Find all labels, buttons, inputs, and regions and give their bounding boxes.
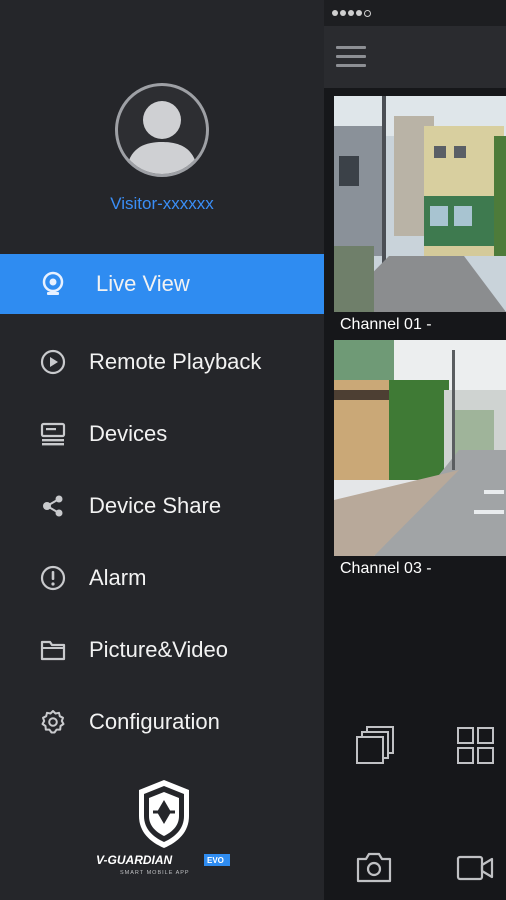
multi-window-button[interactable] bbox=[356, 726, 396, 771]
grid-icon bbox=[457, 727, 494, 764]
brand-logo: V-GUARDIAN EVO SMART MOBILE APP bbox=[94, 778, 234, 878]
menu-label-devices: Devices bbox=[89, 421, 168, 446]
grid-layout-button[interactable] bbox=[456, 726, 496, 771]
video-tile-channel-01[interactable] bbox=[334, 96, 506, 312]
video-feed-image bbox=[334, 340, 506, 556]
snapshot-button[interactable] bbox=[356, 850, 392, 889]
video-tile-channel-03[interactable] bbox=[334, 340, 506, 556]
menu-label-remote-playback: Remote Playback bbox=[89, 349, 262, 374]
channel-03-label: Channel 03 - bbox=[340, 560, 432, 577]
record-button[interactable] bbox=[456, 854, 494, 887]
share-icon bbox=[40, 493, 66, 519]
avatar[interactable] bbox=[115, 83, 209, 177]
folder-icon bbox=[40, 637, 66, 663]
menu-item-remote-playback[interactable]: Remote Playback bbox=[0, 326, 324, 398]
gear-icon bbox=[40, 709, 66, 735]
username[interactable]: Visitor-xxxxxx bbox=[0, 194, 324, 214]
menu-label-device-share: Device Share bbox=[89, 493, 222, 518]
menu-list: Live View Remote Playback Devices Device… bbox=[0, 254, 324, 758]
svg-text:V-GUARDIAN: V-GUARDIAN bbox=[96, 853, 173, 867]
menu-item-devices[interactable]: Devices bbox=[0, 398, 324, 470]
navigation-drawer: Visitor-xxxxxx Live View Remote Playback bbox=[0, 0, 324, 900]
camera-icon bbox=[356, 852, 392, 883]
user-icon bbox=[126, 101, 198, 174]
channel-01-label: Channel 01 - bbox=[340, 316, 432, 333]
svg-text:SMART MOBILE APP: SMART MOBILE APP bbox=[120, 870, 190, 876]
menu-icon[interactable] bbox=[336, 44, 366, 68]
menu-item-device-share[interactable]: Device Share bbox=[0, 470, 324, 542]
menu-label-configuration: Configuration bbox=[89, 709, 220, 734]
play-circle-icon bbox=[40, 349, 66, 375]
alert-icon bbox=[40, 565, 66, 591]
video-feed-image bbox=[334, 96, 506, 312]
layers-icon bbox=[356, 726, 394, 764]
live-view-panel: Channel 01 - Channel 03 - bbox=[324, 0, 506, 900]
devices-icon bbox=[40, 421, 66, 447]
menu-item-picture-video[interactable]: Picture&Video bbox=[0, 614, 324, 686]
status-bar bbox=[324, 0, 506, 26]
menu-item-configuration[interactable]: Configuration bbox=[0, 686, 324, 758]
menu-label-alarm: Alarm bbox=[89, 565, 147, 590]
video-camera-icon bbox=[456, 855, 494, 881]
svg-text:EVO: EVO bbox=[207, 856, 224, 865]
menu-item-alarm[interactable]: Alarm bbox=[0, 542, 324, 614]
top-bar bbox=[324, 26, 506, 88]
menu-label-live-view: Live View bbox=[96, 271, 190, 296]
signal-icon bbox=[332, 10, 371, 17]
menu-label-picture-video: Picture&Video bbox=[89, 637, 229, 662]
camera-icon bbox=[40, 271, 66, 297]
menu-item-live-view[interactable]: Live View bbox=[0, 254, 324, 314]
